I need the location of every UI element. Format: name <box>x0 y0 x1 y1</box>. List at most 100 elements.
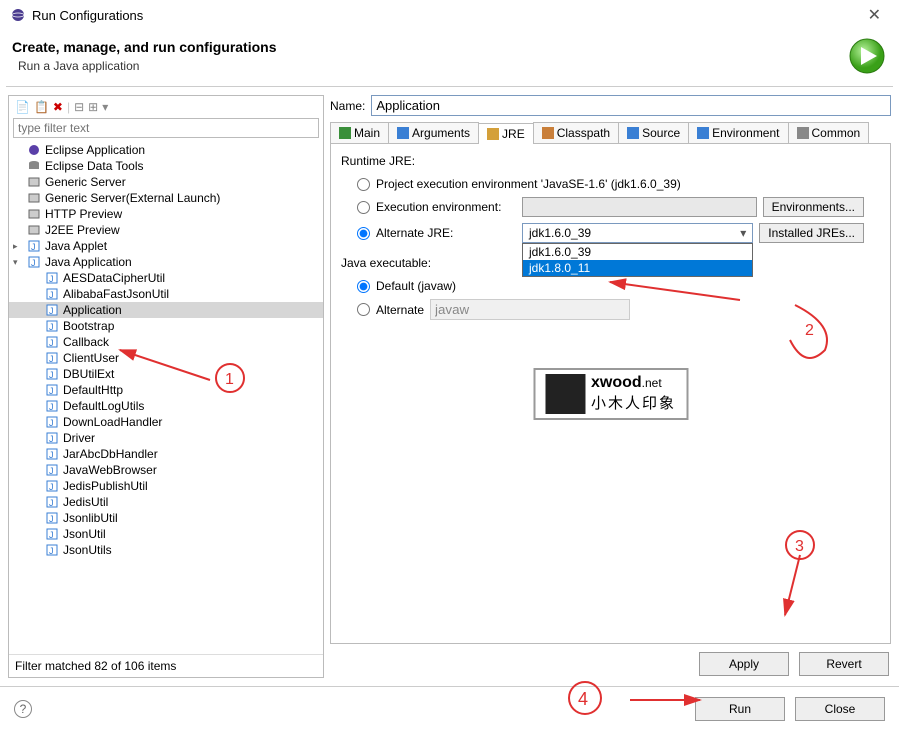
tree-item[interactable]: Generic Server <box>9 174 323 190</box>
tree-item[interactable]: J2EE Preview <box>9 222 323 238</box>
svg-text:J: J <box>31 242 36 252</box>
tree-item[interactable]: JJsonUtil <box>9 526 323 542</box>
exec-env-select[interactable] <box>522 197 757 217</box>
eclipse-icon <box>10 7 26 23</box>
tree-item[interactable]: JJsonUtils <box>9 542 323 558</box>
tab-main[interactable]: Main <box>330 122 389 143</box>
titlebar: Run Configurations ✕ <box>0 0 899 30</box>
filter-status: Filter matched 82 of 106 items <box>9 654 323 677</box>
tree-item[interactable]: JJedisPublishUtil <box>9 478 323 494</box>
expand-icon[interactable]: ⊞ <box>88 100 98 114</box>
tree-item[interactable]: ▾JJava Application <box>9 254 323 270</box>
svg-text:J: J <box>49 402 54 412</box>
tree-item[interactable]: JDBUtilExt <box>9 366 323 382</box>
jre-option[interactable]: jdk1.6.0_39 <box>523 244 752 260</box>
installed-jres-button[interactable]: Installed JREs... <box>759 223 864 243</box>
tree-item[interactable]: Eclipse Application <box>9 142 323 158</box>
svg-text:J: J <box>49 466 54 476</box>
revert-button[interactable]: Revert <box>799 652 889 676</box>
name-input[interactable] <box>371 95 891 116</box>
tree-item[interactable]: JJavaWebBrowser <box>9 462 323 478</box>
svg-text:J: J <box>49 546 54 556</box>
tree-item[interactable]: ▸JJava Applet <box>9 238 323 254</box>
tab-arguments[interactable]: Arguments <box>388 122 479 143</box>
filter-input[interactable] <box>13 118 319 138</box>
project-exec-label: Project execution environment 'JavaSE-1.… <box>376 177 681 191</box>
window-title: Run Configurations <box>32 8 860 23</box>
tab-jre[interactable]: JRE <box>478 123 534 144</box>
svg-text:J: J <box>49 498 54 508</box>
tree-item[interactable]: JDriver <box>9 430 323 446</box>
source-tab-icon <box>627 127 639 139</box>
tree-item[interactable]: HTTP Preview <box>9 206 323 222</box>
tree-item[interactable]: JDefaultLogUtils <box>9 398 323 414</box>
svg-text:J: J <box>49 386 54 396</box>
collapse-icon[interactable]: ⊟ <box>74 100 84 114</box>
alternate-exec-input[interactable] <box>430 299 630 320</box>
jre-tab-icon <box>487 128 499 140</box>
tree-item[interactable]: JApplication <box>9 302 323 318</box>
duplicate-icon[interactable]: 📋 <box>34 100 49 114</box>
tree-item[interactable]: JJedisUtil <box>9 494 323 510</box>
tree-item[interactable]: JDefaultHttp <box>9 382 323 398</box>
tab-environment[interactable]: Environment <box>688 122 788 143</box>
left-panel: 📄 📋 ✖ | ⊟ ⊞ ▾ Eclipse ApplicationEclipse… <box>8 95 324 678</box>
tree-item[interactable]: JJsonlibUtil <box>9 510 323 526</box>
alternate-exec-radio[interactable] <box>357 303 370 316</box>
tab-source[interactable]: Source <box>618 122 689 143</box>
main-tab-icon <box>339 127 351 139</box>
new-config-icon[interactable]: 📄 <box>15 100 30 114</box>
exec-env-radio[interactable] <box>357 201 370 214</box>
tab-common[interactable]: Common <box>788 122 870 143</box>
tree-item[interactable]: Generic Server(External Launch) <box>9 190 323 206</box>
close-icon[interactable]: ✕ <box>860 5 889 25</box>
name-label: Name: <box>330 99 365 113</box>
environment-tab-icon <box>697 127 709 139</box>
svg-text:J: J <box>49 434 54 444</box>
tree-item[interactable]: JAESDataCipherUtil <box>9 270 323 286</box>
svg-text:J: J <box>49 274 54 284</box>
header-subtitle: Run a Java application <box>12 59 847 73</box>
footer: ? Run Close <box>0 686 899 731</box>
tree-item[interactable]: JDownLoadHandler <box>9 414 323 430</box>
arguments-tab-icon <box>397 127 409 139</box>
filter-menu-icon[interactable]: ▾ <box>102 100 108 114</box>
tree-item[interactable]: JAlibabaFastJsonUtil <box>9 286 323 302</box>
run-large-icon <box>847 36 887 76</box>
delete-icon[interactable]: ✖ <box>53 100 63 114</box>
left-toolbar: 📄 📋 ✖ | ⊟ ⊞ ▾ <box>9 96 323 118</box>
tree-item[interactable]: Eclipse Data Tools <box>9 158 323 174</box>
close-button[interactable]: Close <box>795 697 885 721</box>
robot-icon <box>545 374 585 414</box>
svg-text:J: J <box>49 354 54 364</box>
watermark: xwood.net 小木人印象 <box>533 368 688 420</box>
svg-text:J: J <box>49 450 54 460</box>
classpath-tab-icon <box>542 127 554 139</box>
project-exec-radio[interactable] <box>357 178 370 191</box>
alternate-jre-radio[interactable] <box>357 227 370 240</box>
header-title: Create, manage, and run configurations <box>12 39 847 55</box>
tree-item[interactable]: JBootstrap <box>9 318 323 334</box>
svg-text:J: J <box>49 322 54 332</box>
help-icon[interactable]: ? <box>14 700 32 718</box>
exec-env-label: Execution environment: <box>376 200 516 214</box>
right-panel: Name: MainArgumentsJREClasspathSourceEnv… <box>330 95 891 678</box>
svg-text:J: J <box>49 370 54 380</box>
tab-classpath[interactable]: Classpath <box>533 122 619 143</box>
default-exec-radio[interactable] <box>357 280 370 293</box>
run-button[interactable]: Run <box>695 697 785 721</box>
tree-item[interactable]: JJarAbcDbHandler <box>9 446 323 462</box>
header: Create, manage, and run configurations R… <box>0 30 899 86</box>
jre-option[interactable]: jdk1.8.0_11 <box>523 260 752 276</box>
tree-item[interactable]: JCallback <box>9 334 323 350</box>
tree-item[interactable]: JClientUser <box>9 350 323 366</box>
environments-button[interactable]: Environments... <box>763 197 864 217</box>
alternate-jre-dropdown[interactable]: jdk1.6.0_39 ▾ jdk1.6.0_39jdk1.8.0_11 <box>522 223 753 243</box>
runtime-jre-label: Runtime JRE: <box>341 154 880 168</box>
svg-text:J: J <box>49 306 54 316</box>
apply-button[interactable]: Apply <box>699 652 789 676</box>
config-tree[interactable]: Eclipse ApplicationEclipse Data ToolsGen… <box>9 138 323 654</box>
svg-text:J: J <box>49 514 54 524</box>
alternate-exec-label: Alternate <box>376 303 424 317</box>
alternate-jre-list[interactable]: jdk1.6.0_39jdk1.8.0_11 <box>522 243 753 277</box>
